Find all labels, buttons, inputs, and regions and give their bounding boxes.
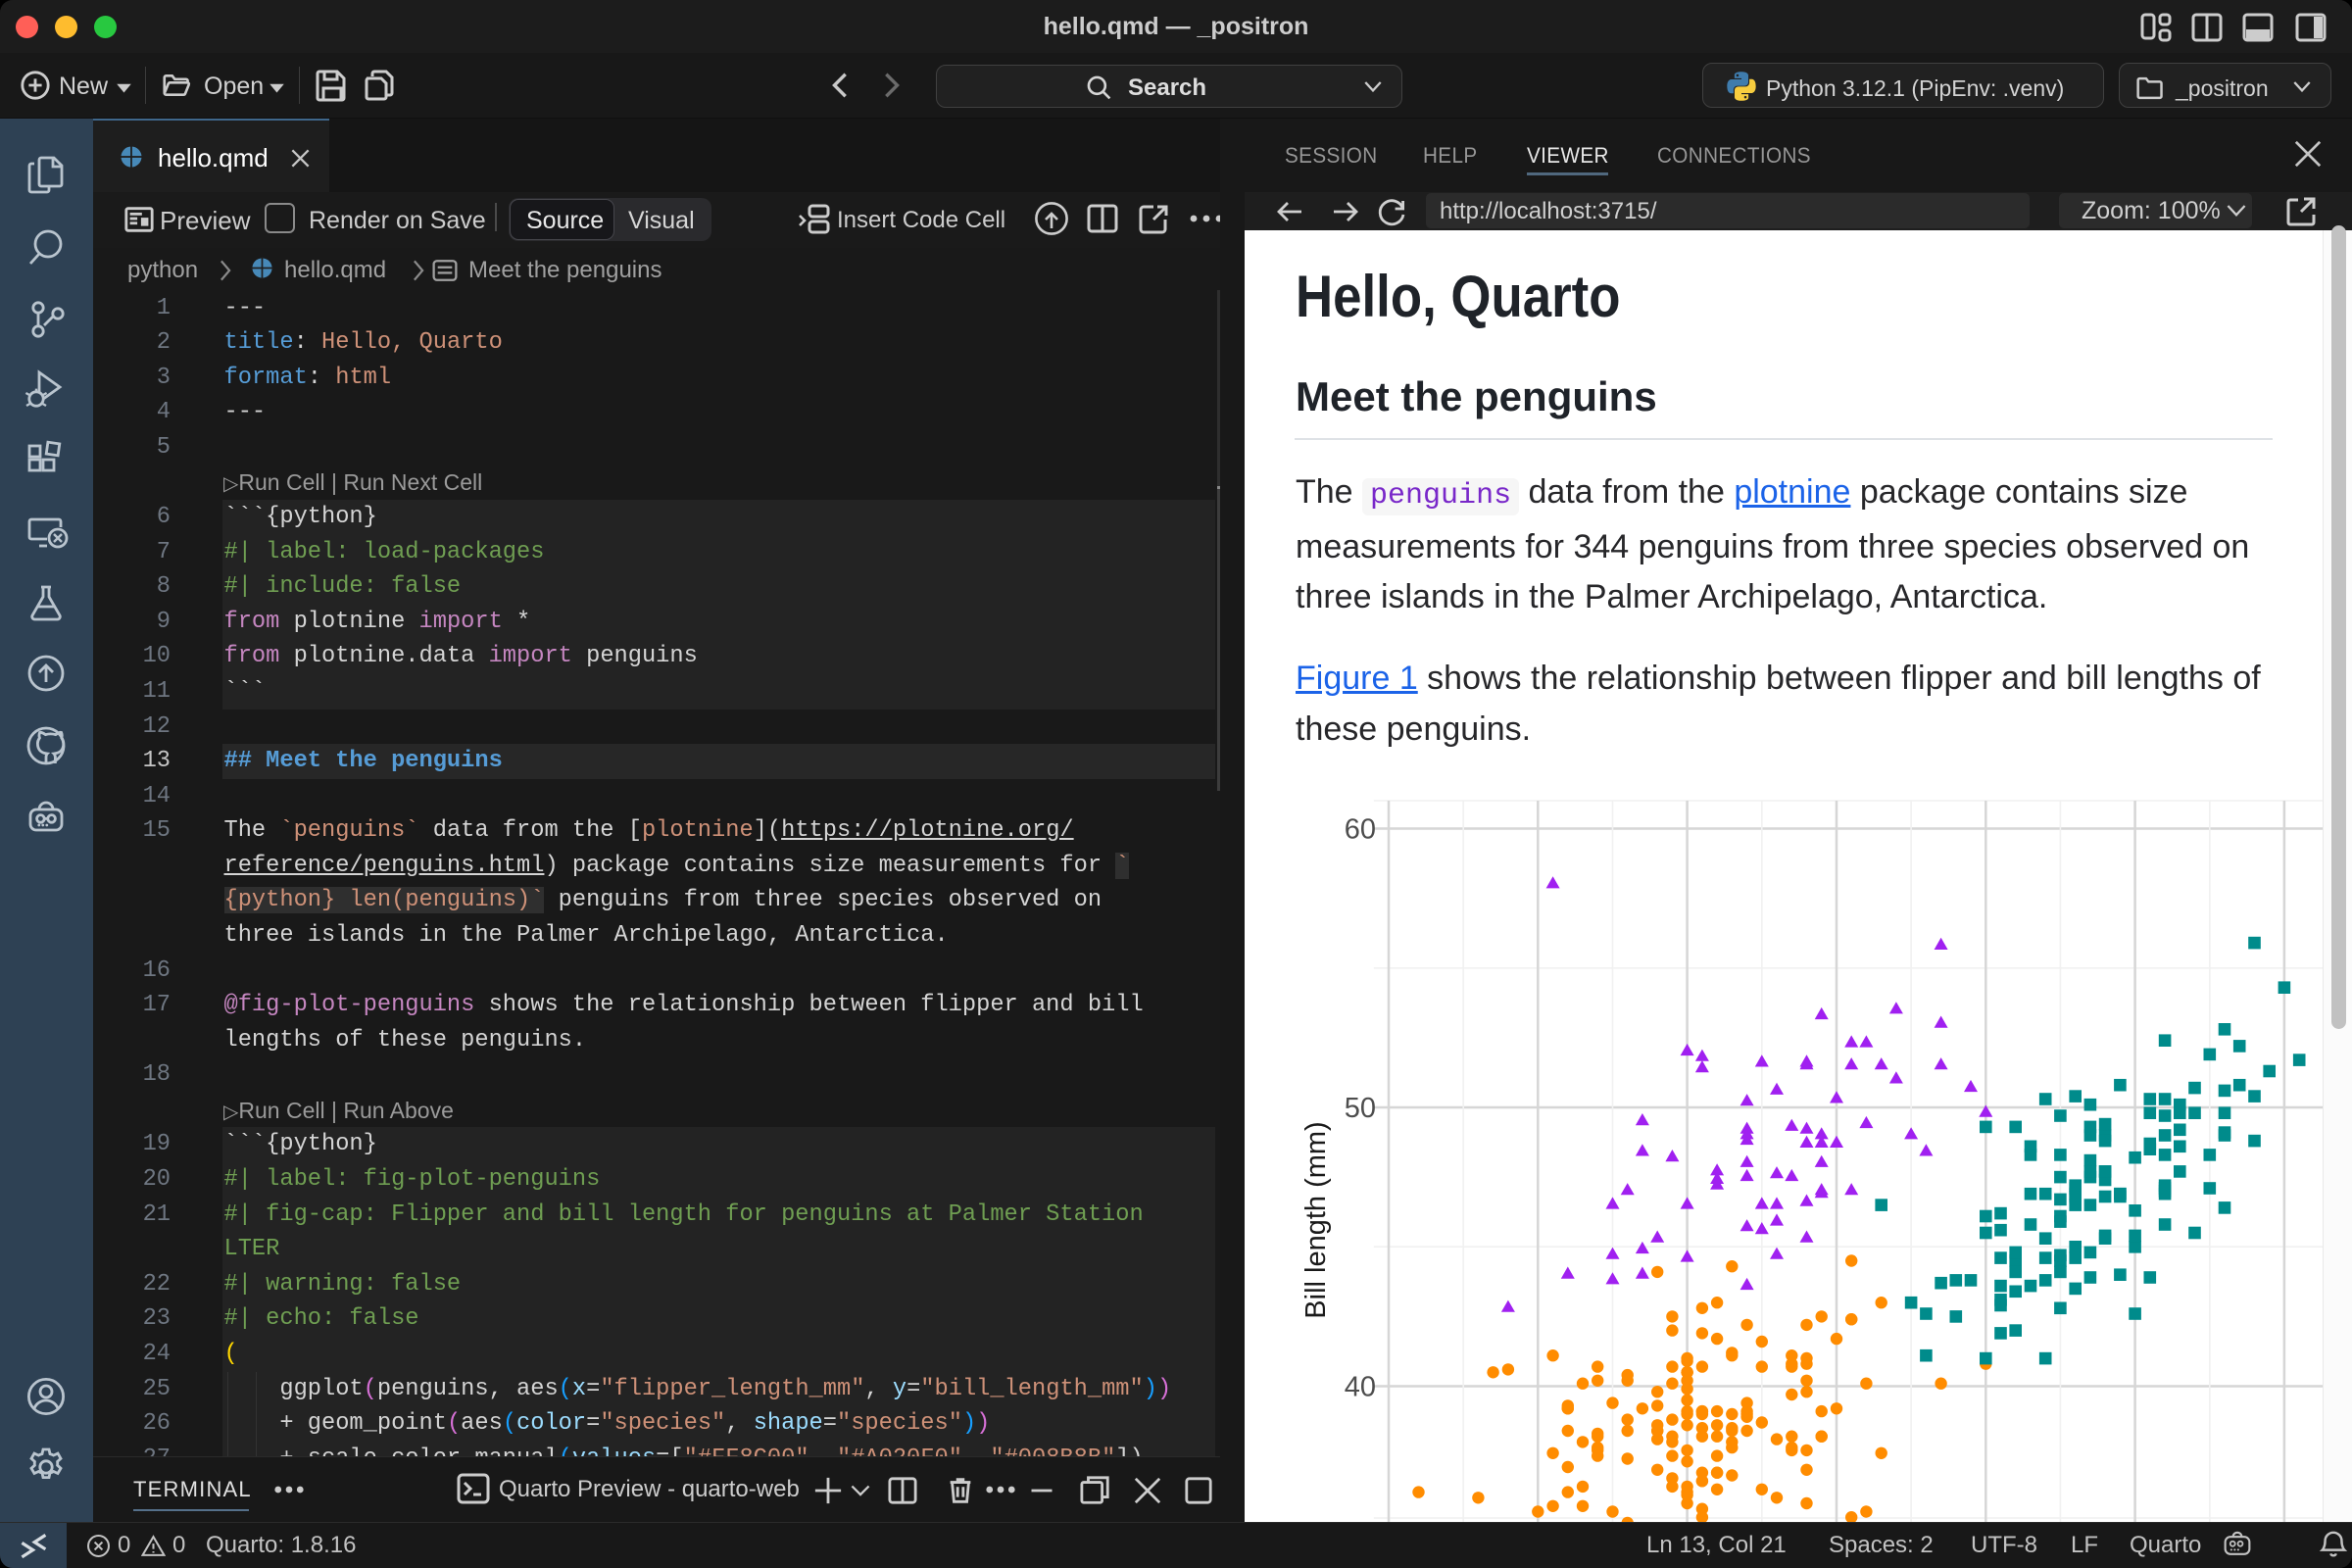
svg-text:50: 50	[1345, 1093, 1376, 1124]
svg-text:60: 60	[1345, 814, 1376, 846]
svg-text:40: 40	[1345, 1372, 1376, 1403]
svg-text:Bill length (mm): Bill length (mm)	[1300, 1121, 1332, 1318]
